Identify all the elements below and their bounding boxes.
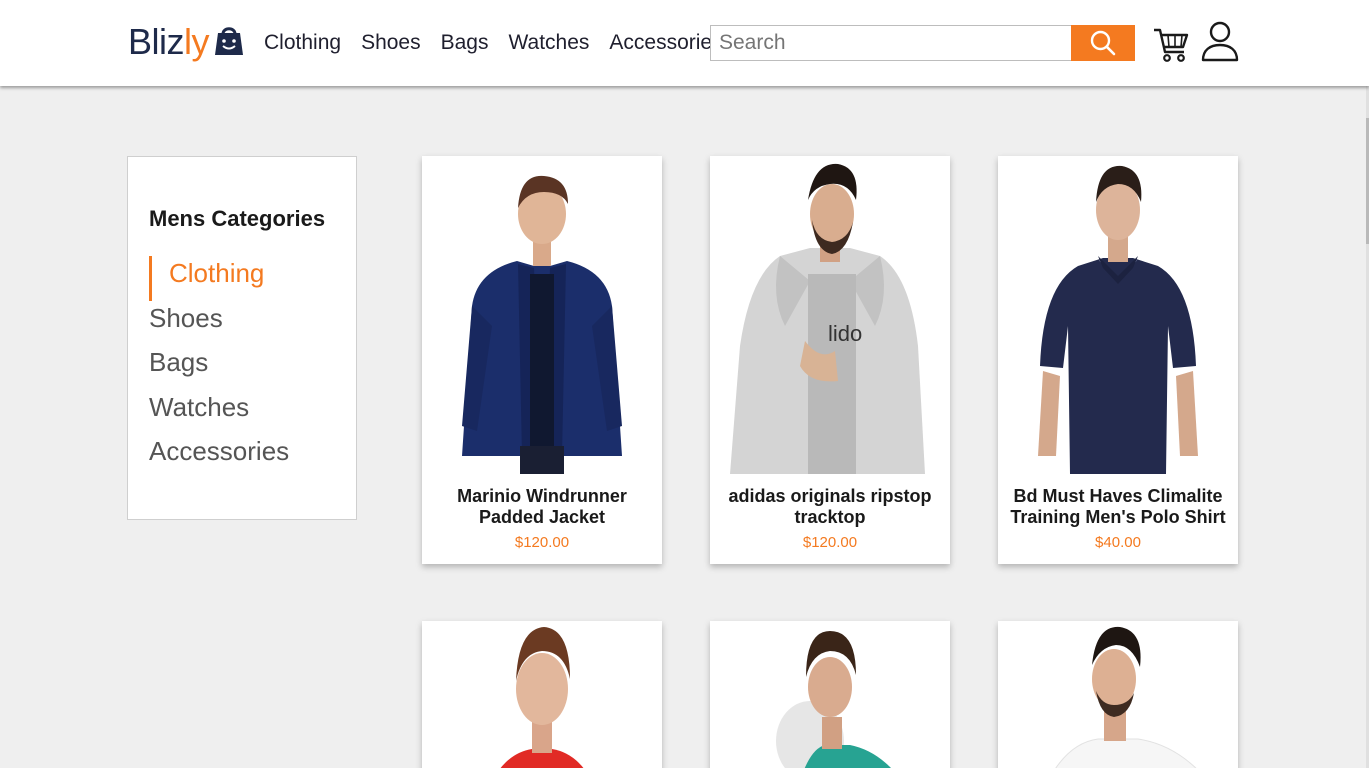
search-bar xyxy=(710,25,1135,61)
top-navbar: Blizly Clothing Shoes Bags Watches Acces… xyxy=(0,0,1369,86)
model-grey-hoodie-image: lido xyxy=(730,163,925,474)
logo[interactable]: Blizly xyxy=(128,20,245,64)
product-name[interactable]: Bd Must Haves Climalite Training Men's P… xyxy=(1004,486,1232,528)
category-accessories[interactable]: Accessories xyxy=(149,434,289,479)
product-price: $120.00 xyxy=(802,534,858,551)
logo-text: Blizly xyxy=(128,20,210,64)
nav-accessories[interactable]: Accessories xyxy=(609,30,722,56)
product-price: $120.00 xyxy=(514,534,570,551)
product-image[interactable] xyxy=(710,621,950,768)
model-red-tshirt-image xyxy=(500,627,584,768)
logo-text-part1: Bliz xyxy=(128,21,185,62)
model-white-tshirt-image xyxy=(1055,626,1197,768)
product-image[interactable] xyxy=(422,621,662,768)
product-card[interactable] xyxy=(422,621,662,768)
category-watches[interactable]: Watches xyxy=(149,390,289,435)
sidebar-title: Mens Categories xyxy=(149,206,326,231)
logo-text-part2: ly xyxy=(184,21,210,62)
nav-shoes[interactable]: Shoes xyxy=(361,30,421,56)
nav-bags[interactable]: Bags xyxy=(441,30,489,56)
nav-watches[interactable]: Watches xyxy=(508,30,589,56)
product-card[interactable]: Bd Must Haves Climalite Training Men's P… xyxy=(998,156,1238,564)
product-name[interactable]: Marinio Windrunner Padded Jacket xyxy=(428,486,656,528)
category-shoes[interactable]: Shoes xyxy=(149,301,289,346)
category-list: Clothing Shoes Bags Watches Accessories xyxy=(149,256,289,479)
nav-clothing[interactable]: Clothing xyxy=(264,30,341,56)
model-navy-polo-image xyxy=(1038,165,1198,474)
shopping-bag-icon xyxy=(215,27,244,55)
model-navy-jacket-image xyxy=(462,175,622,474)
product-card[interactable] xyxy=(710,621,950,768)
product-image[interactable]: lido xyxy=(710,156,950,474)
category-bags[interactable]: Bags xyxy=(149,345,289,390)
product-image[interactable] xyxy=(422,156,662,474)
product-image[interactable] xyxy=(998,621,1238,768)
cart-icon[interactable] xyxy=(1152,22,1190,64)
product-card[interactable] xyxy=(998,621,1238,768)
search-button[interactable] xyxy=(1071,25,1135,61)
category-clothing[interactable]: Clothing xyxy=(149,256,289,301)
product-card[interactable]: lido adidas originals ripstop tracktop $… xyxy=(710,156,950,564)
search-input[interactable] xyxy=(710,25,1071,61)
product-card[interactable]: Marinio Windrunner Padded Jacket $120.00 xyxy=(422,156,662,564)
product-price: $40.00 xyxy=(1095,534,1141,551)
product-image[interactable] xyxy=(998,156,1238,474)
search-icon xyxy=(1090,30,1116,56)
category-sidebar: Mens Categories Clothing Shoes Bags Watc… xyxy=(127,156,357,520)
user-account-icon[interactable] xyxy=(1200,20,1240,64)
model-teal-tshirt-image xyxy=(776,631,891,768)
main-nav: Clothing Shoes Bags Watches Accessories xyxy=(264,30,743,56)
svg-text:lido: lido xyxy=(828,321,862,346)
product-name[interactable]: adidas originals ripstop tracktop xyxy=(716,486,944,528)
